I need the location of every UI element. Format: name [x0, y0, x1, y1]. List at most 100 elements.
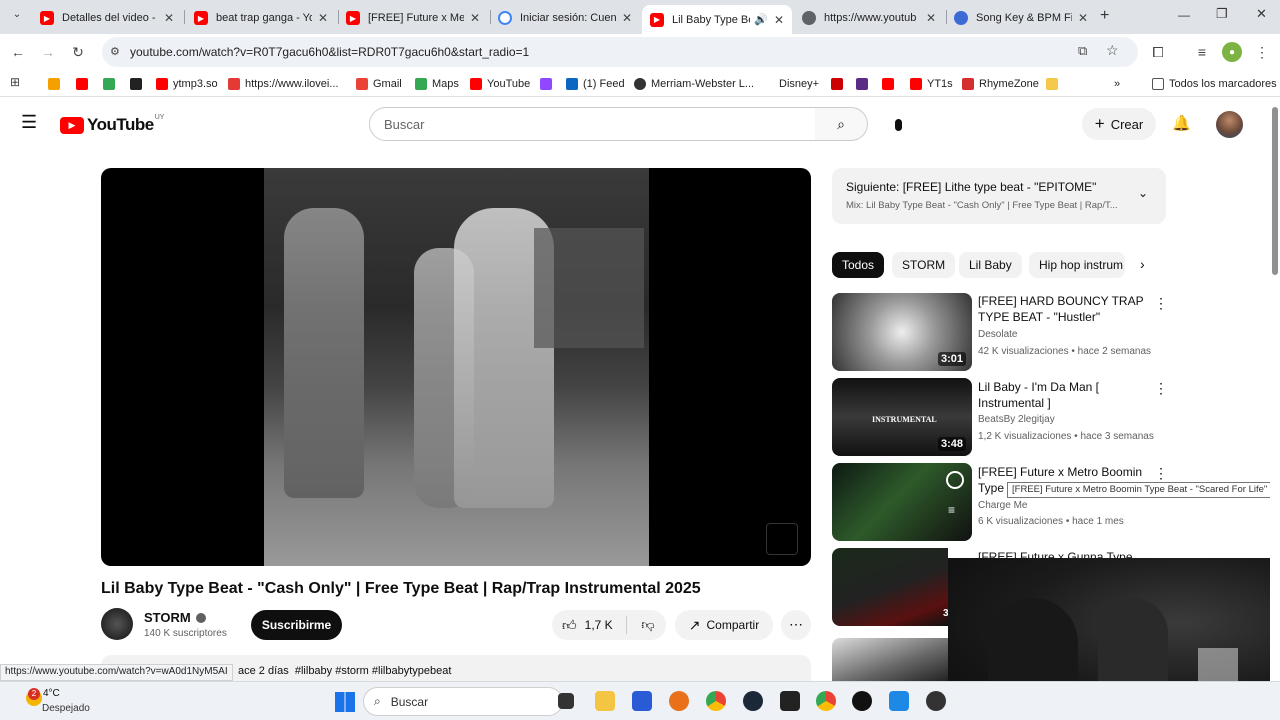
profile-icon[interactable]: ●	[1222, 42, 1242, 62]
bookmark[interactable]: Merriam-Webster L...	[634, 75, 754, 92]
bookmark[interactable]	[540, 75, 557, 92]
bookmark[interactable]: Disney+	[779, 75, 819, 92]
chrome-menu-icon[interactable]: ⋮	[1252, 42, 1272, 62]
chip-lil-baby[interactable]: Lil Baby	[959, 252, 1022, 278]
watch-later-icon[interactable]	[946, 471, 964, 489]
app-icon[interactable]	[780, 691, 800, 711]
back-icon[interactable]: ←	[8, 42, 28, 62]
bookmark[interactable]	[76, 75, 93, 92]
chrome-active-icon[interactable]	[816, 691, 836, 711]
close-tab-icon[interactable]: ✕	[1078, 11, 1088, 25]
bookmark[interactable]	[1046, 75, 1063, 92]
bookmark[interactable]	[882, 75, 899, 92]
more-bookmarks-icon[interactable]: »	[1114, 75, 1120, 92]
file-explorer-icon[interactable]	[595, 691, 615, 711]
close-tab-icon[interactable]: ✕	[318, 11, 328, 25]
forward-icon[interactable]: →	[38, 42, 58, 62]
avatar[interactable]	[1216, 111, 1243, 138]
maximize-icon[interactable]: ❐	[1216, 6, 1228, 22]
new-tab-icon[interactable]: +	[1100, 7, 1109, 25]
like-button[interactable]: 👍︎ 1,7 K	[552, 610, 626, 640]
speaker-icon[interactable]: 🔊	[754, 13, 768, 26]
address-bar[interactable]: ⚙ youtube.com/watch?v=R0T7gacu6h0&list=R…	[102, 37, 1138, 67]
bookmark[interactable]: Gmail	[356, 75, 402, 92]
site-info-icon[interactable]: ⚙	[110, 45, 120, 58]
chip-todos[interactable]: Todos	[832, 252, 885, 278]
close-window-icon[interactable]: ✕	[1256, 6, 1267, 22]
voice-search-button[interactable]	[880, 109, 916, 141]
browser-tab[interactable]: Song Key & BPM Fin ✕	[946, 4, 1096, 32]
steam-icon[interactable]	[743, 691, 763, 711]
close-tab-icon[interactable]: ✕	[622, 11, 632, 25]
browser-tab[interactable]: Iniciar sesión: Cuenta ✕	[490, 4, 640, 32]
chevron-down-icon[interactable]: ⌄	[1138, 186, 1148, 200]
windows-start-icon[interactable]	[335, 692, 355, 712]
bookmark[interactable]	[103, 75, 120, 92]
reload-icon[interactable]: ↻	[68, 42, 88, 62]
bookmark[interactable]: https://www.ilovei...	[228, 75, 339, 92]
bookmark-star-icon[interactable]: ☆	[1106, 42, 1119, 59]
bookmark[interactable]: (1) Feed	[566, 75, 625, 92]
video-thumbnail[interactable]: 3	[832, 548, 949, 626]
subscribe-button[interactable]: Suscribirme	[251, 610, 342, 640]
app-icon[interactable]	[669, 691, 689, 711]
media-player-icon[interactable]	[852, 691, 872, 711]
bookmark[interactable]: YT1s	[910, 75, 953, 92]
create-button[interactable]: + Crear	[1082, 108, 1156, 140]
dislike-button[interactable]: 👎︎	[630, 610, 666, 640]
channel-avatar[interactable]	[101, 608, 133, 640]
search-input[interactable]: Buscar	[369, 107, 816, 141]
tab-search-icon[interactable]: ⌄	[8, 9, 26, 25]
scrollbar-thumb[interactable]	[1272, 107, 1278, 275]
browser-tab[interactable]: ▶ Detalles del video - Y ✕	[32, 4, 182, 32]
video-thumbnail[interactable]: 3:01	[832, 293, 972, 371]
youtube-logo[interactable]: ▶ YouTube UY	[60, 114, 164, 135]
share-button[interactable]: ↗ Compartir	[675, 610, 773, 640]
browser-tab-active[interactable]: ▶ Lil Baby Type Be 🔊 ✕	[642, 5, 792, 34]
video-thumbnail[interactable]: INSTRUMENTAL 3:48	[832, 378, 972, 456]
bookmark[interactable]: ytmp3.so	[156, 75, 218, 92]
hamburger-menu-icon[interactable]: ☰	[21, 113, 37, 131]
chevron-right-icon[interactable]: ›	[1140, 256, 1145, 272]
app-icon[interactable]	[926, 691, 946, 711]
extensions-icon[interactable]: ⧠	[1148, 42, 1168, 62]
channel-name[interactable]: STORM	[144, 610, 206, 625]
add-to-queue-icon[interactable]: ≡	[948, 503, 955, 517]
close-tab-icon[interactable]: ✕	[774, 13, 784, 27]
browser-tab[interactable]: ▶ [FREE] Future x Metr ✕	[338, 4, 488, 32]
notifications-bell-icon[interactable]: 🔔	[1172, 114, 1191, 132]
recommended-video[interactable]: ≡ [FREE] Future x Metro Boomin Type Char…	[832, 463, 1172, 543]
media-controls-icon[interactable]: ≡	[1192, 42, 1212, 62]
browser-tab[interactable]: ▶ beat trap ganga - Yo ✕	[186, 4, 336, 32]
apps-grid-icon[interactable]: ⊞	[10, 75, 20, 89]
more-actions-button[interactable]: ⋯	[781, 610, 811, 640]
more-vert-icon[interactable]: ⋮	[1154, 295, 1168, 312]
bookmark[interactable]: YouTube	[470, 75, 530, 92]
more-vert-icon[interactable]: ⋮	[1154, 380, 1168, 397]
all-bookmarks-folder[interactable]: Todos los marcadores	[1152, 75, 1277, 92]
bookmark[interactable]: Maps	[415, 75, 459, 92]
close-tab-icon[interactable]: ✕	[470, 11, 480, 25]
bookmark[interactable]	[831, 75, 848, 92]
bookmark[interactable]	[856, 75, 873, 92]
video-thumbnail[interactable]: ≡	[832, 463, 972, 541]
minimize-icon[interactable]: —	[1178, 8, 1190, 22]
chip-storm[interactable]: STORM	[892, 252, 956, 278]
close-tab-icon[interactable]: ✕	[164, 11, 174, 25]
chrome-icon[interactable]	[706, 691, 726, 711]
bookmark[interactable]: RhymeZone	[962, 75, 1039, 92]
bookmark[interactable]	[48, 75, 65, 92]
close-tab-icon[interactable]: ✕	[926, 11, 936, 25]
chip-hip-hop[interactable]: Hip hop instrum	[1029, 252, 1125, 278]
app-icon[interactable]	[889, 691, 909, 711]
recommended-video[interactable]: INSTRUMENTAL 3:48 Lil Baby - I'm Da Man …	[832, 378, 1172, 458]
video-player[interactable]	[101, 168, 811, 566]
browser-tab[interactable]: https://www.youtub ✕	[794, 4, 944, 32]
search-button[interactable]: ⌕	[815, 107, 868, 141]
channel-watermark-icon[interactable]	[766, 523, 798, 555]
page-scrollbar[interactable]	[1270, 97, 1280, 681]
weather-widget[interactable]: 2 4°C Despejado	[24, 686, 104, 718]
video-thumbnail[interactable]	[832, 638, 948, 681]
recommended-video[interactable]: 3:01 [FREE] HARD BOUNCY TRAP TYPE BEAT -…	[832, 293, 1172, 373]
more-vert-icon[interactable]: ⋮	[1154, 465, 1168, 482]
